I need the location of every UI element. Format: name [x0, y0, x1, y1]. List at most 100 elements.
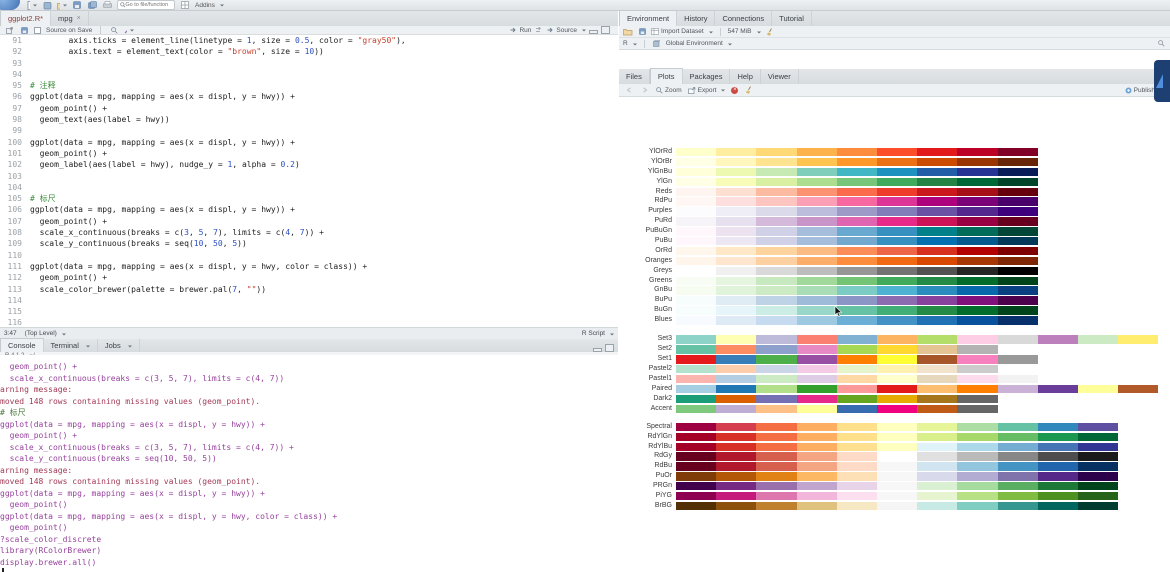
code-line[interactable]: 100ggplot(data = mpg, mapping = aes(x = …	[0, 137, 618, 148]
remove-plot-icon[interactable]: ×	[731, 87, 738, 94]
language-selector[interactable]: R	[623, 40, 637, 47]
color-swatch	[957, 286, 997, 294]
tab-console[interactable]: Console	[0, 338, 44, 352]
publish-button[interactable]: Publish	[1125, 87, 1155, 94]
code-line[interactable]: 101 geom_point() +	[0, 148, 618, 159]
code-line[interactable]: 110	[0, 250, 618, 261]
color-swatch	[797, 267, 837, 275]
tab-label: Files	[626, 72, 642, 81]
search-icon[interactable]	[109, 26, 119, 35]
code-line[interactable]: 93	[0, 58, 618, 69]
color-swatch	[998, 247, 1038, 255]
close-icon[interactable]: ×	[77, 16, 81, 22]
clear-objects-broom-icon[interactable]	[765, 27, 775, 36]
previous-plot-icon[interactable]	[624, 86, 634, 95]
maximize-pane-icon[interactable]	[601, 26, 610, 34]
clear-plots-broom-icon[interactable]	[744, 86, 754, 95]
code-line[interactable]: 116	[0, 317, 618, 327]
addins-menu[interactable]: Addins	[195, 2, 224, 9]
tab-help[interactable]: Help	[730, 69, 760, 84]
popout-icon[interactable]	[4, 26, 14, 35]
code-line[interactable]: 107 geom_point() +	[0, 216, 618, 227]
tab-connections[interactable]: Connections	[715, 11, 772, 26]
zoom-plot-button[interactable]: Zoom	[656, 87, 682, 94]
tab-tutorial[interactable]: Tutorial	[772, 11, 812, 26]
code-line[interactable]: 109 scale_y_continuous(breaks = seq(10, …	[0, 238, 618, 249]
tab-environment[interactable]: Environment	[619, 10, 677, 26]
color-swatch	[1038, 423, 1078, 431]
code-line[interactable]: 104	[0, 182, 618, 193]
color-swatch	[716, 385, 756, 393]
console[interactable]: geom_point() + scale_x_continuous(breaks…	[0, 355, 618, 572]
color-swatch	[716, 237, 756, 245]
source-on-save-checkbox[interactable]	[34, 27, 41, 34]
goto-file-box[interactable]	[117, 0, 175, 10]
tab-viewer[interactable]: Viewer	[761, 69, 799, 84]
save-all-icon[interactable]	[87, 1, 97, 10]
code-line[interactable]: 112 geom_point() +	[0, 272, 618, 283]
code-line[interactable]: 97 geom_point() +	[0, 103, 618, 114]
code-line[interactable]: 91 axis.ticks = element_line(linetype = …	[0, 35, 618, 46]
tab-packages[interactable]: Packages	[683, 69, 731, 84]
code-line[interactable]: 106ggplot(data = mpg, mapping = aes(x = …	[0, 204, 618, 215]
save-icon[interactable]	[19, 26, 29, 35]
export-plot-button[interactable]: Export	[688, 87, 726, 94]
load-workspace-icon[interactable]	[623, 27, 633, 36]
color-swatch	[756, 335, 796, 343]
maximize-pane-icon[interactable]	[605, 344, 614, 352]
code-line[interactable]: 96ggplot(data = mpg, mapping = aes(x = d…	[0, 91, 618, 102]
environment-selector[interactable]: Global Environment	[666, 40, 732, 47]
code-line[interactable]: 99	[0, 125, 618, 136]
code-line[interactable]: 92 axis.text = element_text(color = "bro…	[0, 46, 618, 57]
next-plot-icon[interactable]	[640, 86, 650, 95]
save-workspace-icon[interactable]	[637, 27, 647, 36]
search-icon[interactable]	[1156, 39, 1166, 48]
code-line[interactable]: 115	[0, 306, 618, 317]
code-line[interactable]: 108 scale_x_continuous(breaks = c(3, 5, …	[0, 227, 618, 238]
code-line[interactable]: 98 geom_text(aes(label = hwy))	[0, 114, 618, 125]
tab-mpg[interactable]: mpg ×	[51, 11, 89, 26]
code-tools-wand-icon[interactable]	[124, 26, 134, 35]
color-swatch	[957, 207, 997, 215]
color-swatch	[877, 482, 917, 490]
color-swatch	[837, 197, 877, 205]
color-swatch	[1038, 335, 1078, 343]
scope-selector[interactable]: (Top Level)	[25, 330, 66, 337]
import-dataset-button[interactable]: Import Dataset	[651, 28, 713, 35]
color-swatch	[676, 443, 716, 451]
new-project-icon[interactable]	[42, 1, 52, 10]
code-editor[interactable]: 91 axis.ticks = element_line(linetype = …	[0, 35, 618, 327]
code-line[interactable]: 105# 标尺	[0, 193, 618, 204]
goto-file-input[interactable]	[125, 2, 172, 8]
code-line[interactable]: 94	[0, 69, 618, 80]
code-line[interactable]: 113 scale_color_brewer(palette = brewer.…	[0, 284, 618, 295]
tab-ggplot2-r[interactable]: ggplot2.R*	[0, 10, 51, 26]
tab-history[interactable]: History	[677, 11, 715, 26]
open-file-icon[interactable]	[57, 1, 67, 10]
code-line[interactable]: 95# 注释	[0, 80, 618, 91]
new-file-icon[interactable]	[27, 1, 37, 10]
code-line[interactable]: 111ggplot(data = mpg, mapping = aes(x = …	[0, 261, 618, 272]
run-button[interactable]: Run	[510, 27, 531, 34]
file-type-selector[interactable]: R Script	[582, 330, 614, 337]
tab-files[interactable]: Files	[619, 69, 650, 84]
source-button[interactable]: Source	[547, 27, 586, 34]
rerun-icon[interactable]	[534, 26, 544, 35]
color-swatch	[957, 296, 997, 304]
tab-terminal[interactable]: Terminal	[44, 339, 98, 352]
tab-jobs[interactable]: Jobs	[98, 339, 140, 352]
color-swatch	[837, 355, 877, 363]
print-icon[interactable]	[102, 1, 112, 10]
save-icon[interactable]	[72, 1, 82, 10]
tab-plots[interactable]: Plots	[650, 68, 683, 84]
code-line[interactable]: 114	[0, 295, 618, 306]
color-swatch	[917, 188, 957, 196]
minimize-pane-icon[interactable]	[589, 30, 598, 34]
color-swatch	[837, 237, 877, 245]
color-swatch	[797, 207, 837, 215]
overlay-app-icon[interactable]	[1154, 60, 1170, 102]
workspace-panes-icon[interactable]	[180, 1, 190, 10]
memory-usage-button[interactable]: 547 MiB	[728, 28, 761, 35]
code-line[interactable]: 103	[0, 171, 618, 182]
code-line[interactable]: 102 geom_label(aes(label = hwy), nudge_y…	[0, 159, 618, 170]
